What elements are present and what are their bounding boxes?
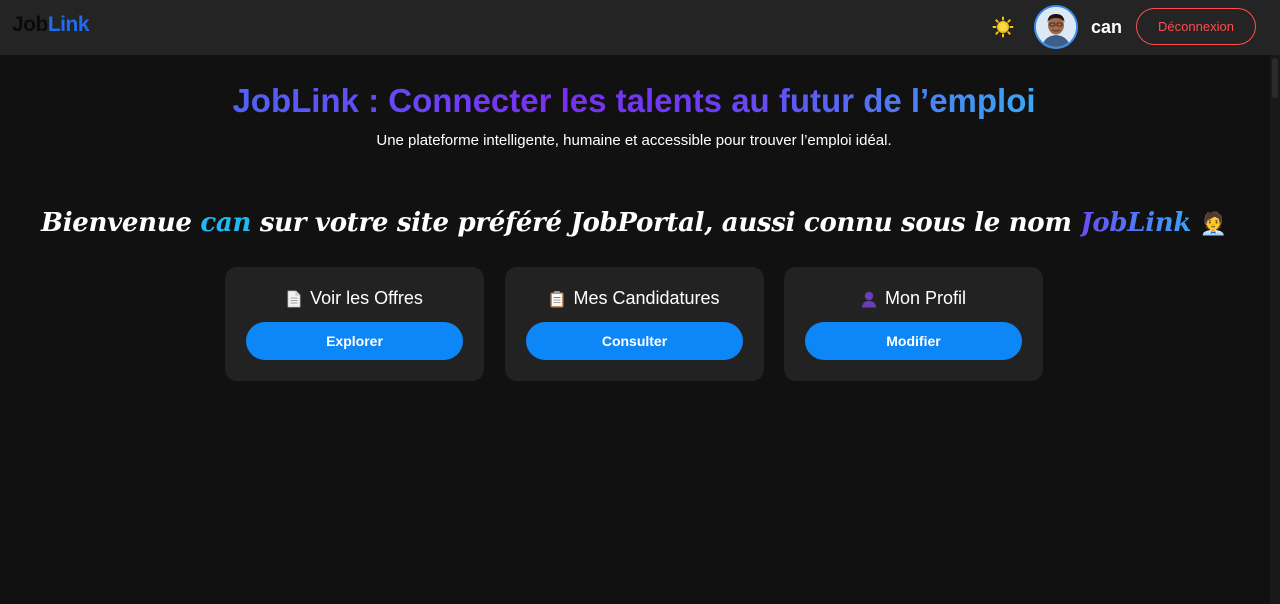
card-offers-title: Voir les Offres: [225, 288, 484, 309]
brand-logo[interactable]: JobLink: [12, 13, 90, 37]
clipboard-icon: [549, 290, 565, 308]
welcome-username: can: [200, 208, 252, 238]
navbar-username: can: [1091, 17, 1123, 37]
scrollbar-thumb[interactable]: [1272, 58, 1278, 98]
brand-logo-part1: Job: [12, 13, 48, 36]
document-icon: [286, 290, 302, 308]
hero-title-text: JobLink : Connecter les talents au futur…: [232, 82, 1036, 119]
consult-button[interactable]: Consulter: [526, 322, 743, 360]
welcome-part1: Bienvenue: [41, 208, 201, 238]
card-applications-label: Mes Candidatures: [573, 288, 720, 308]
hero-subtitle: Une plateforme intelligente, humaine et …: [376, 132, 892, 149]
card-profile: Mon Profil Modifier: [784, 267, 1043, 381]
hero-title: JobLink : Connecter les talents au futur…: [0, 82, 1268, 120]
scrollbar[interactable]: [1270, 55, 1280, 604]
card-profile-label: Mon Profil: [884, 288, 967, 308]
welcome-part2: sur votre site préféré JobPortal, aussi …: [251, 208, 1081, 238]
modify-button[interactable]: Modifier: [805, 322, 1022, 360]
card-applications: Mes Candidatures Consulter: [505, 267, 764, 381]
explore-button[interactable]: Explorer: [246, 322, 463, 360]
office-worker-emoji-icon: 🧑‍💼: [1199, 211, 1227, 237]
sun-icon[interactable]: [992, 16, 1014, 38]
logout-button[interactable]: Déconnexion: [1136, 8, 1256, 45]
welcome-message: Bienvenue can sur votre site préféré Job…: [0, 208, 1268, 238]
card-applications-title: Mes Candidatures: [505, 288, 764, 309]
welcome-brand: JobLink: [1080, 208, 1192, 238]
card-profile-title: Mon Profil: [784, 288, 1043, 309]
card-offers: Voir les Offres Explorer: [225, 267, 484, 381]
navbar: JobLink can Déconnexion: [0, 0, 1280, 55]
card-offers-label: Voir les Offres: [310, 288, 423, 308]
brand-logo-part2: Link: [47, 13, 90, 36]
person-icon: [861, 290, 877, 308]
avatar[interactable]: [1034, 5, 1078, 49]
